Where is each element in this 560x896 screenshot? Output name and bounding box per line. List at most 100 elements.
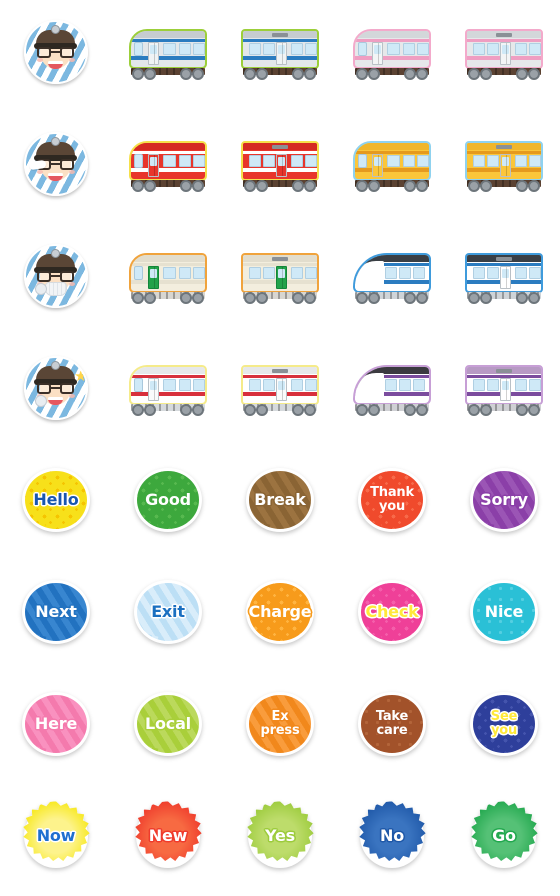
- window-4: [529, 379, 541, 391]
- sticker-badge[interactable]: Break: [246, 468, 314, 532]
- window-1: [385, 267, 397, 279]
- train-wheel: [516, 292, 528, 304]
- train-car-front: [129, 27, 207, 85]
- badge-label: Ex press: [260, 708, 300, 738]
- cell-r6c4[interactable]: Check: [336, 560, 448, 672]
- cell-r8c3[interactable]: Yes: [224, 784, 336, 896]
- train-body: [241, 29, 319, 69]
- badge-label: Sorry: [480, 490, 528, 509]
- sticker-badge[interactable]: Charge: [246, 580, 314, 644]
- window-2: [179, 155, 191, 167]
- sticker-badge[interactable]: Hello: [22, 468, 90, 532]
- sticker-badge[interactable]: Sorry: [470, 468, 538, 532]
- train-door-1: [148, 266, 159, 289]
- cell-r8c5[interactable]: Go: [448, 784, 560, 896]
- badge-art: No: [350, 798, 434, 882]
- train-wheel: [480, 404, 492, 416]
- train-wheel: [180, 404, 192, 416]
- cell-r7c5[interactable]: See you: [448, 672, 560, 784]
- train-bogie-l: [468, 67, 492, 81]
- train-bogie-r: [180, 403, 204, 417]
- badge-label: Here: [34, 714, 78, 733]
- train-car-nose: [353, 251, 431, 309]
- train-wheel: [304, 180, 316, 192]
- cell-r7c3[interactable]: Ex press: [224, 672, 336, 784]
- cell-r5c3[interactable]: Break: [224, 448, 336, 560]
- sticker-badge[interactable]: Thank you: [358, 468, 426, 532]
- cell-r7c4[interactable]: Take care: [336, 672, 448, 784]
- sticker-badge[interactable]: Nice: [470, 580, 538, 644]
- cell-r7c2[interactable]: Local: [112, 672, 224, 784]
- train-body: [465, 253, 543, 293]
- badge-label: Exit: [151, 602, 185, 621]
- sticker-badge[interactable]: Now: [22, 801, 90, 868]
- train-bogie-l: [244, 291, 268, 305]
- window-3: [515, 155, 527, 167]
- cell-r8c4[interactable]: No: [336, 784, 448, 896]
- train-wheel: [256, 404, 268, 416]
- cell-r8c2[interactable]: New: [112, 784, 224, 896]
- sticker-badge[interactable]: New: [134, 801, 202, 868]
- sticker-badge[interactable]: Local: [134, 692, 202, 756]
- cell-r6c2[interactable]: Exit: [112, 560, 224, 672]
- train-wheel: [132, 292, 144, 304]
- sticker-badge[interactable]: Check: [358, 580, 426, 644]
- sticker-badge[interactable]: Good: [134, 468, 202, 532]
- window-2: [399, 267, 411, 279]
- train-wheel: [468, 180, 480, 192]
- sticker-badge[interactable]: Go: [470, 801, 538, 868]
- train-wheel: [404, 68, 416, 80]
- train-wheel: [292, 404, 304, 416]
- door-window: [278, 157, 285, 166]
- badge-label: Take care: [375, 708, 409, 738]
- cell-r6c1[interactable]: Next: [0, 560, 112, 672]
- door-window: [150, 45, 157, 54]
- train-wheel: [416, 180, 428, 192]
- sticker-badge[interactable]: Yes: [246, 801, 314, 868]
- cap-emblem-icon: [51, 25, 60, 34]
- train-bogie-r: [292, 179, 316, 193]
- sticker-badge[interactable]: Next: [22, 580, 90, 644]
- cell-r6c3[interactable]: Charge: [224, 560, 336, 672]
- cell-r5c4[interactable]: Thank you: [336, 448, 448, 560]
- train-stripe-lower: [355, 56, 429, 60]
- badge-art: Go: [462, 798, 546, 882]
- roof-equipment: [272, 257, 288, 261]
- train-wheel: [144, 404, 156, 416]
- window-3: [291, 379, 303, 391]
- cab-window: [134, 378, 143, 392]
- train-bogie-r: [404, 179, 428, 193]
- sticker-badge[interactable]: Take care: [358, 692, 426, 756]
- train-wheel: [244, 292, 256, 304]
- train-bogie-l: [356, 179, 380, 193]
- glasses-lens-right: [60, 47, 74, 58]
- train-bogie-l: [356, 403, 380, 417]
- train-wheel: [528, 404, 540, 416]
- train-wheel: [480, 292, 492, 304]
- train-wheel: [404, 292, 416, 304]
- sticker-badge[interactable]: Ex press: [246, 692, 314, 756]
- train-door-1: [372, 42, 383, 65]
- cell-r5c5[interactable]: Sorry: [448, 448, 560, 560]
- cell-r7c1[interactable]: Here: [0, 672, 112, 784]
- train-wheel: [416, 404, 428, 416]
- window-2: [263, 267, 275, 279]
- sticker-badge[interactable]: See you: [470, 692, 538, 756]
- cell-r6c5[interactable]: Nice: [448, 560, 560, 672]
- cell-r2c3: [224, 112, 336, 224]
- train-wheel: [292, 180, 304, 192]
- sticker-badge[interactable]: Here: [22, 692, 90, 756]
- roof-equipment: [496, 369, 512, 373]
- cell-r5c1[interactable]: Hello: [0, 448, 112, 560]
- cell-r5c2[interactable]: Good: [112, 448, 224, 560]
- cell-r2c2: [112, 112, 224, 224]
- train-wheel: [132, 180, 144, 192]
- train-bogie-r: [292, 403, 316, 417]
- sticker-badge[interactable]: Exit: [134, 580, 202, 644]
- sticker-badge[interactable]: No: [358, 801, 426, 868]
- window-2: [403, 43, 415, 55]
- window-2: [179, 43, 191, 55]
- cell-r8c1[interactable]: Now: [0, 784, 112, 896]
- window-4: [529, 267, 541, 279]
- train-body: [353, 29, 431, 69]
